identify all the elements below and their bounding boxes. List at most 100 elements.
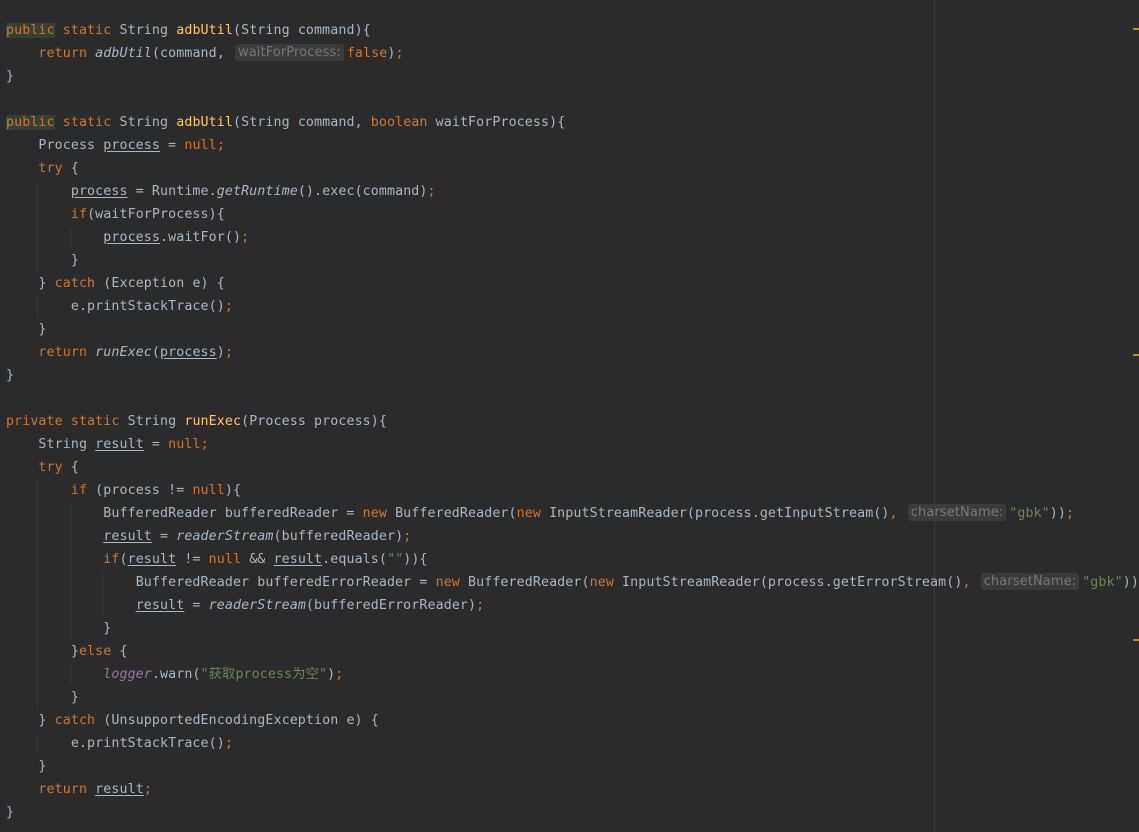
code-token: return (38, 782, 96, 797)
code-token: { (70, 460, 79, 475)
code-line[interactable]: private static String runExec(Process pr… (6, 410, 1139, 433)
code-token: result (127, 552, 177, 567)
code-line[interactable]: ​ (6, 387, 1139, 410)
code-line[interactable]: } (6, 755, 1139, 778)
indent (102, 594, 135, 617)
code-line[interactable]: try { (6, 157, 1139, 180)
indent (37, 479, 70, 502)
code-line[interactable]: } (6, 65, 1139, 88)
error-stripe-marker[interactable] (1133, 28, 1139, 30)
code-line[interactable]: result = readerStream(bufferedReader); (6, 525, 1139, 548)
code-line[interactable]: Process process = null; (6, 134, 1139, 157)
indent (37, 571, 70, 594)
code-token: (command, (151, 46, 233, 61)
code-token: static (54, 115, 120, 130)
code-line[interactable]: try { (6, 456, 1139, 479)
code-token: = (184, 598, 209, 613)
code-token: BufferedReader bufferedErrorReader = (135, 575, 436, 590)
code-token: result (95, 437, 144, 452)
code-token: return (38, 46, 96, 61)
code-editor[interactable]: public static String adbUtil(String comm… (0, 0, 1139, 832)
code-line[interactable]: return adbUtil(command, waitForProcess: f… (6, 42, 1139, 65)
indent (37, 203, 70, 226)
code-line[interactable]: public static String adbUtil(String comm… (6, 19, 1139, 42)
code-token: { (70, 161, 79, 176)
code-line[interactable]: logger.warn("获取process为空"); (6, 663, 1139, 686)
code-line[interactable]: } (6, 617, 1139, 640)
code-token: try (38, 161, 71, 176)
code-line[interactable]: public static String adbUtil(String comm… (6, 111, 1139, 134)
code-line[interactable]: e.printStackTrace(); (6, 295, 1139, 318)
code-line[interactable]: } (6, 318, 1139, 341)
code-token: null (184, 138, 217, 153)
code-line[interactable]: BufferedReader bufferedErrorReader = new… (6, 571, 1139, 594)
code-token: runExec (95, 345, 152, 360)
code-area[interactable]: public static String adbUtil(String comm… (6, 19, 1139, 824)
code-token: adbUtil (176, 115, 233, 130)
error-stripe-marker[interactable] (1133, 639, 1139, 641)
indent (37, 180, 70, 203)
code-line[interactable]: }else { (6, 640, 1139, 663)
code-token: result (273, 552, 323, 567)
code-line[interactable]: } (6, 364, 1139, 387)
code-token: .equals( (322, 552, 387, 567)
code-line[interactable]: process = Runtime.getRuntime().exec(comm… (6, 180, 1139, 203)
code-token: runExec (184, 414, 242, 429)
parameter-hint: charsetName: (980, 573, 1080, 590)
code-token: } (38, 713, 55, 728)
code-line[interactable]: } catch (UnsupportedEncodingException e)… (6, 709, 1139, 732)
code-line[interactable]: ​ (6, 88, 1139, 111)
code-token: ( (119, 552, 128, 567)
code-line[interactable]: return runExec(process); (6, 341, 1139, 364)
code-token: )) (1049, 506, 1066, 521)
code-line[interactable]: } catch (Exception e) { (6, 272, 1139, 295)
code-token: result (103, 529, 152, 544)
code-line[interactable]: BufferedReader bufferedReader = new Buff… (6, 502, 1139, 525)
code-token: (process != (95, 483, 193, 498)
code-line[interactable]: } (6, 801, 1139, 824)
code-token: ; (403, 529, 412, 544)
code-token: result (95, 782, 144, 797)
code-token: if (70, 483, 96, 498)
code-line[interactable]: } (6, 249, 1139, 272)
code-token: String (127, 414, 185, 429)
code-line[interactable]: result = readerStream(bufferedErrorReade… (6, 594, 1139, 617)
indent (69, 525, 103, 548)
code-line[interactable]: if(result != null && result.equals("")){ (6, 548, 1139, 571)
code-token: = (143, 437, 169, 452)
code-token: (Exception e) { (103, 276, 225, 291)
code-line[interactable]: String result = null; (6, 433, 1139, 456)
code-token: .waitFor() (160, 230, 242, 245)
code-line[interactable]: return result; (6, 778, 1139, 801)
code-token: static (54, 23, 120, 38)
code-token: "" (387, 552, 404, 567)
code-token: ) (216, 345, 225, 360)
code-line[interactable]: if(waitForProcess){ (6, 203, 1139, 226)
code-line[interactable]: if (process != null){ (6, 479, 1139, 502)
code-token: != (176, 552, 209, 567)
code-token: public (6, 115, 55, 130)
code-token: (String command, (232, 115, 371, 130)
code-line[interactable]: process.waitFor(); (6, 226, 1139, 249)
code-token: adbUtil (176, 23, 233, 38)
code-line[interactable]: } (6, 686, 1139, 709)
parameter-hint: charsetName: (907, 504, 1007, 521)
code-line[interactable]: e.printStackTrace(); (6, 732, 1139, 755)
code-token: false (346, 46, 388, 61)
code-token: null (168, 437, 201, 452)
error-stripe-marker[interactable] (1133, 354, 1139, 356)
code-token: ; (224, 299, 233, 314)
code-token: process (103, 138, 161, 153)
code-token: ().exec(command) (297, 184, 428, 199)
